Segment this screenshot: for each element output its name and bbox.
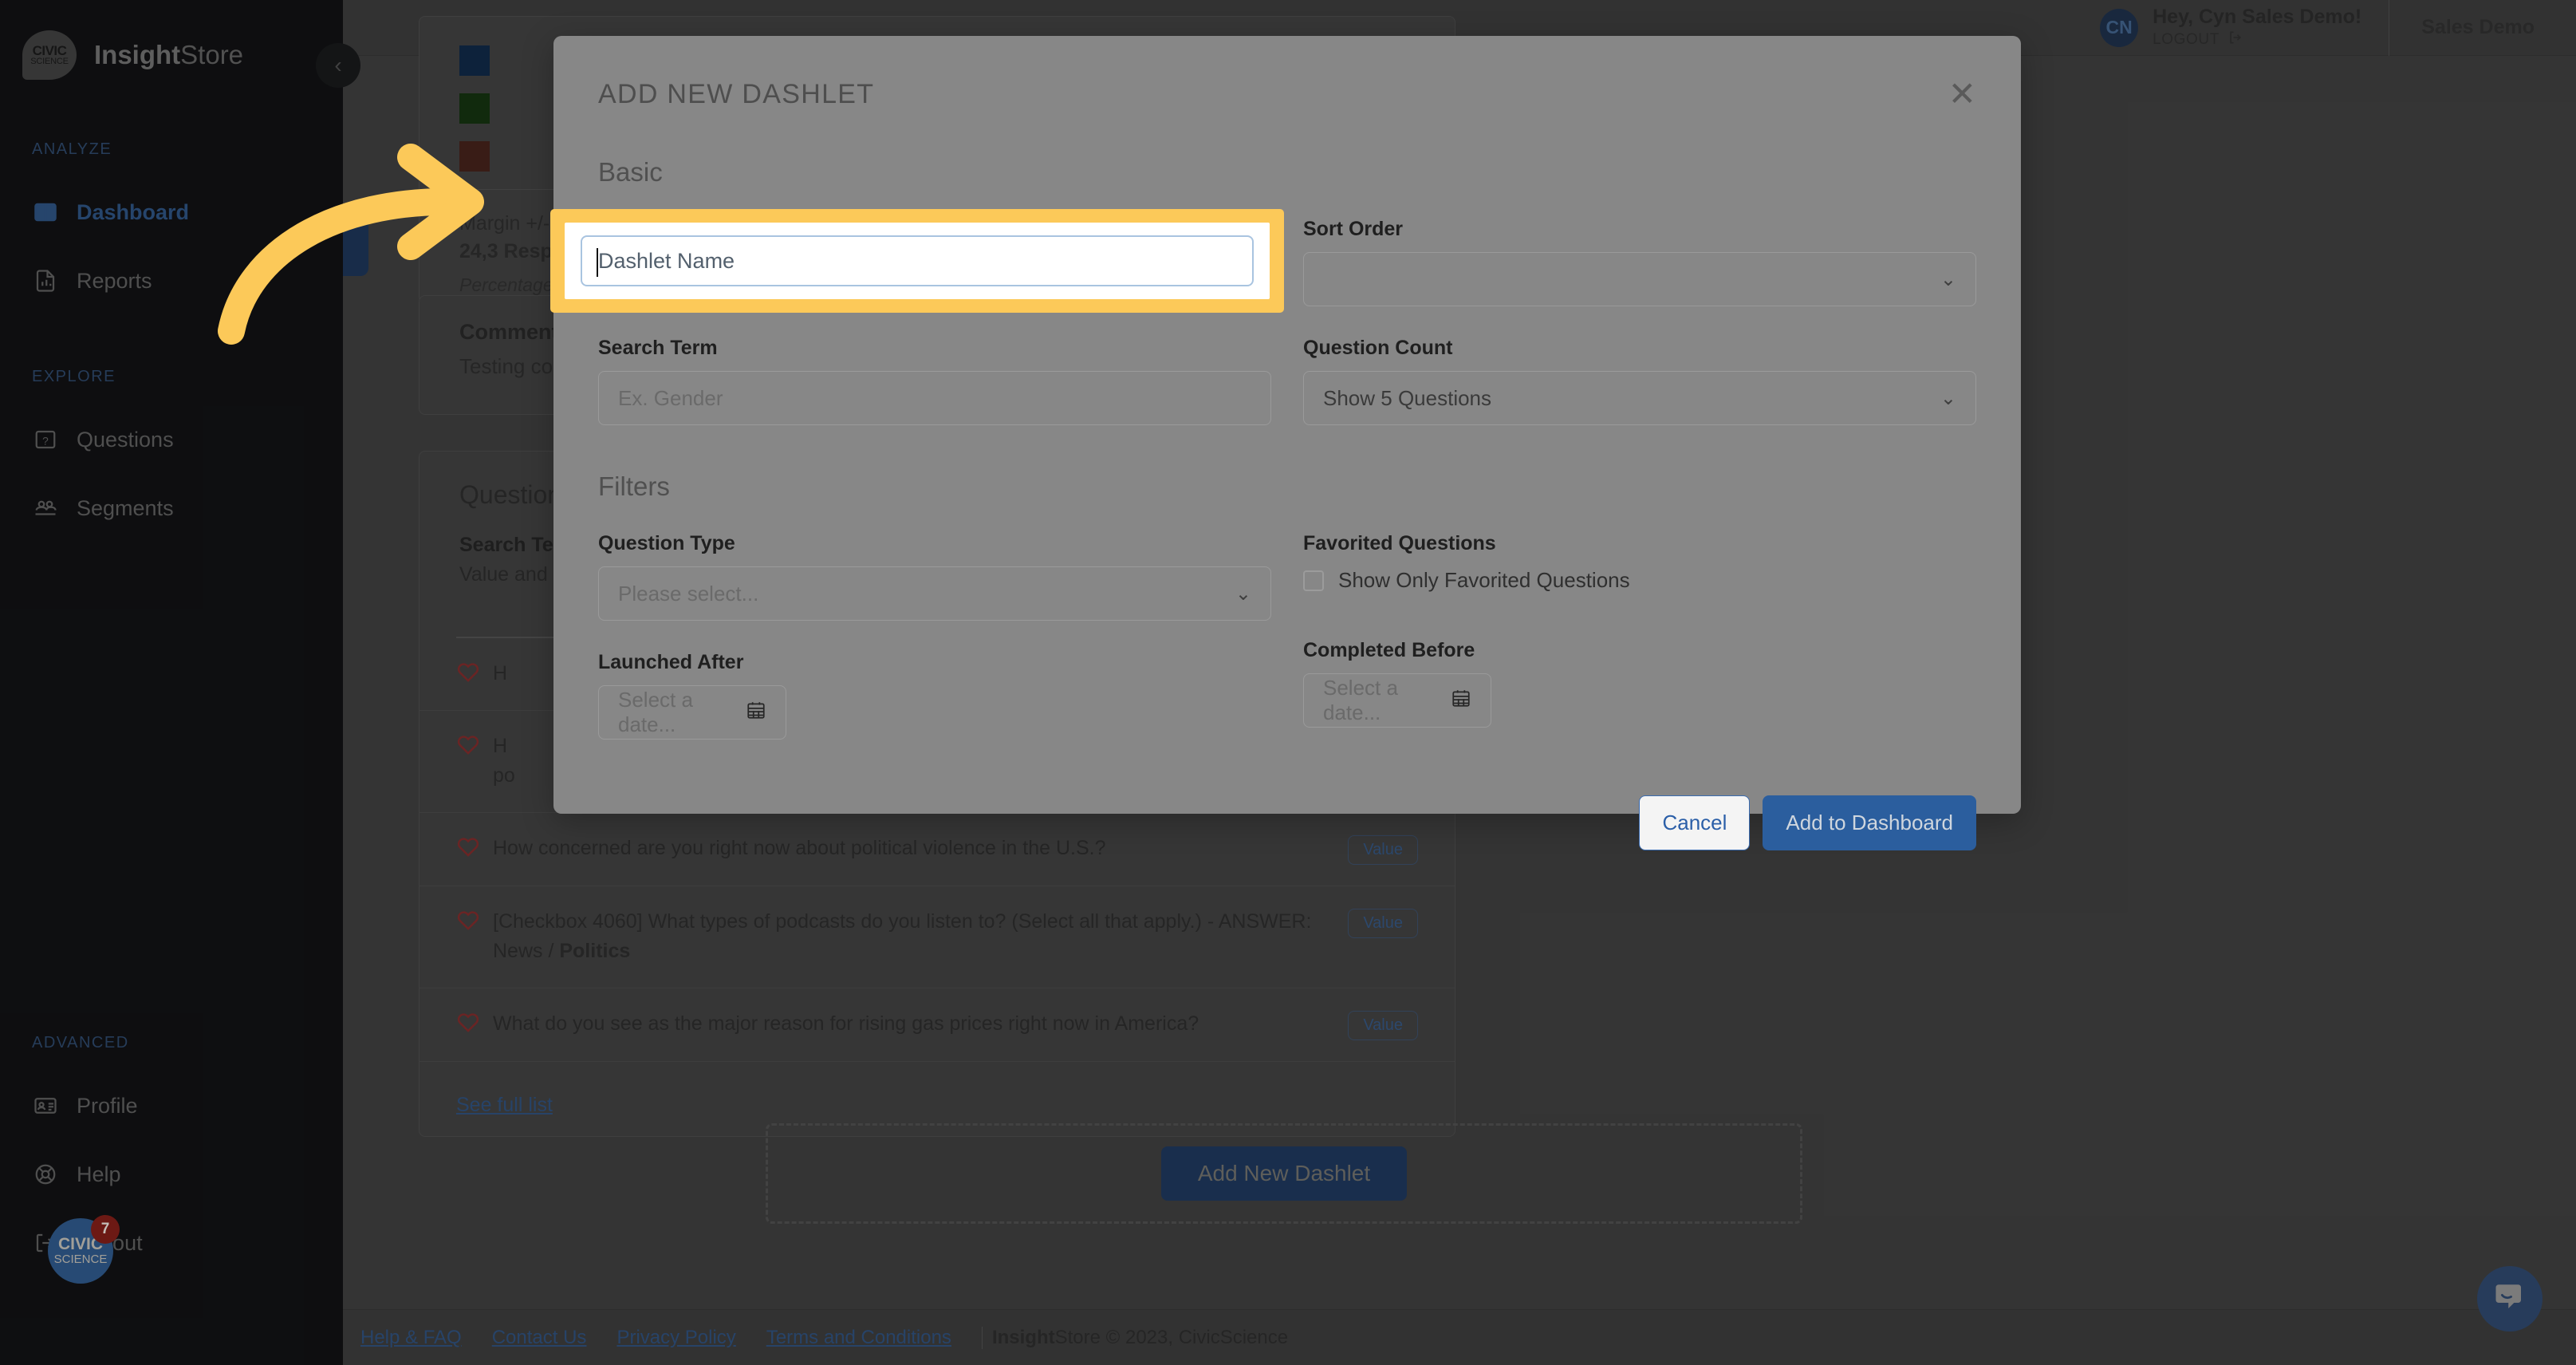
app-root: CIVIC SCIENCE InsightStore ‹ ANALYZE Das… [0, 0, 2576, 1365]
checkbox-label: Show Only Favorited Questions [1338, 568, 1630, 592]
modal-header: ADD NEW DASHLET ✕ [553, 36, 2021, 111]
chevron-down-icon: ⌄ [1940, 387, 1956, 409]
question-count-label: Question Count [1303, 337, 1453, 359]
question-count-value: Show 5 Questions [1323, 385, 1492, 410]
text-caret [597, 248, 598, 277]
completed-before-placeholder: Select a date... [1323, 676, 1398, 724]
calendar-icon[interactable] [746, 700, 766, 726]
add-to-dashboard-button[interactable]: Add to Dashboard [1763, 795, 1976, 850]
chevron-down-icon: ⌄ [1235, 582, 1251, 605]
checkbox-box[interactable] [1303, 570, 1324, 591]
sort-order-select[interactable]: ⌄ [1303, 252, 1976, 306]
launched-after-date-input[interactable]: Select a date... [598, 685, 786, 740]
launched-after-placeholder: Select a date... [618, 688, 693, 736]
show-only-favorited-checkbox[interactable]: Show Only Favorited Questions [1303, 568, 1976, 593]
modal-actions: Cancel Add to Dashboard [553, 740, 2021, 850]
section-heading-filters: Filters [598, 471, 670, 501]
highlight-inner: Dashlet Name [565, 223, 1270, 299]
question-type-value: Please select... [618, 581, 759, 606]
completed-before-date-input[interactable]: Select a date... [1303, 673, 1491, 728]
search-term-input[interactable]: Ex. Gender [598, 371, 1271, 425]
question-type-label: Question Type [598, 532, 735, 554]
search-term-label: Search Term [598, 337, 718, 359]
dashlet-name-placeholder: Dashlet Name [598, 248, 735, 273]
dashlet-name-field[interactable]: Dashlet Name [581, 235, 1254, 286]
sort-order-label: Sort Order [1303, 218, 1404, 240]
modal-title: ADD NEW DASHLET [598, 78, 875, 109]
favorited-questions-label: Favorited Questions [1303, 532, 1496, 554]
calendar-icon[interactable] [1451, 688, 1471, 714]
launched-after-label: Launched After [598, 651, 744, 673]
question-count-select[interactable]: Show 5 Questions ⌄ [1303, 371, 1976, 425]
question-type-select[interactable]: Please select... ⌄ [598, 566, 1271, 621]
completed-before-label: Completed Before [1303, 639, 1475, 661]
chevron-down-icon: ⌄ [1940, 268, 1956, 290]
add-new-dashlet-modal: ADD NEW DASHLET ✕ Basic Dashlet Name Das… [553, 36, 2021, 850]
section-heading-basic: Basic [598, 157, 663, 187]
cancel-button[interactable]: Cancel [1639, 795, 1751, 850]
dashlet-name-highlight-annotation: Dashlet Name [550, 209, 1284, 313]
close-icon[interactable]: ✕ [1948, 77, 1976, 111]
